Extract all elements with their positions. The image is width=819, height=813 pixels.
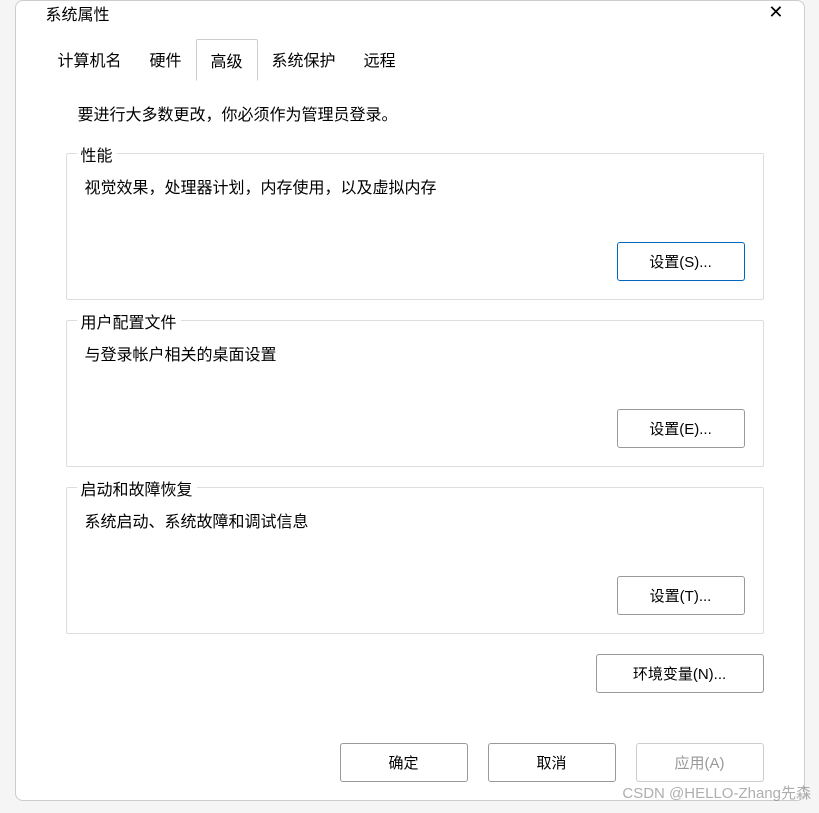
environment-variables-button[interactable]: 环境变量(N)... xyxy=(596,654,764,693)
close-icon[interactable]: ✕ xyxy=(760,1,791,23)
ok-button[interactable]: 确定 xyxy=(340,743,468,782)
intro-text: 要进行大多数更改，你必须作为管理员登录。 xyxy=(66,101,764,125)
user-profiles-desc: 与登录帐户相关的桌面设置 xyxy=(85,341,745,365)
tab-computer-name[interactable]: 计算机名 xyxy=(44,39,136,81)
environment-variables-row: 环境变量(N)... xyxy=(66,654,764,693)
startup-title: 启动和故障恢复 xyxy=(77,476,197,500)
performance-title: 性能 xyxy=(77,142,117,166)
tab-hardware[interactable]: 硬件 xyxy=(136,39,196,81)
performance-btn-row: 设置(S)... xyxy=(85,242,745,281)
tab-system-protection[interactable]: 系统保护 xyxy=(258,39,350,81)
titlebar: 系统属性 ✕ xyxy=(16,1,804,29)
cancel-button[interactable]: 取消 xyxy=(488,743,616,782)
performance-settings-button[interactable]: 设置(S)... xyxy=(617,242,745,281)
content-area: 要进行大多数更改，你必须作为管理员登录。 性能 视觉效果，处理器计划，内存使用，… xyxy=(16,81,804,713)
user-profiles-group: 用户配置文件 与登录帐户相关的桌面设置 设置(E)... xyxy=(66,320,764,467)
startup-settings-button[interactable]: 设置(T)... xyxy=(617,576,745,615)
performance-group: 性能 视觉效果，处理器计划，内存使用，以及虚拟内存 设置(S)... xyxy=(66,153,764,300)
tab-remote[interactable]: 远程 xyxy=(350,39,410,81)
user-profiles-btn-row: 设置(E)... xyxy=(85,409,745,448)
startup-group: 启动和故障恢复 系统启动、系统故障和调试信息 设置(T)... xyxy=(66,487,764,634)
user-profiles-title: 用户配置文件 xyxy=(77,309,181,333)
startup-desc: 系统启动、系统故障和调试信息 xyxy=(85,508,745,532)
user-profiles-settings-button[interactable]: 设置(E)... xyxy=(617,409,745,448)
system-properties-dialog: 系统属性 ✕ 计算机名 硬件 高级 系统保护 远程 要进行大多数更改，你必须作为… xyxy=(15,0,805,801)
dialog-footer: 确定 取消 应用(A) xyxy=(16,713,804,800)
window-title: 系统属性 xyxy=(46,1,110,25)
tab-row: 计算机名 硬件 高级 系统保护 远程 xyxy=(16,29,804,81)
performance-desc: 视觉效果，处理器计划，内存使用，以及虚拟内存 xyxy=(85,174,745,198)
startup-btn-row: 设置(T)... xyxy=(85,576,745,615)
tab-advanced[interactable]: 高级 xyxy=(196,39,258,81)
apply-button[interactable]: 应用(A) xyxy=(636,743,764,782)
